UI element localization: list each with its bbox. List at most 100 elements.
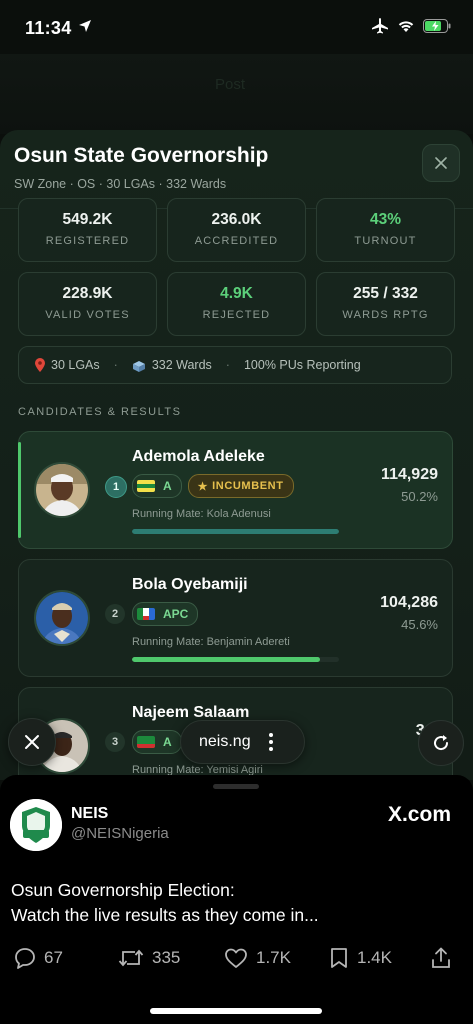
heart-icon [225, 948, 247, 968]
vote-count: 114,929 [381, 466, 438, 483]
close-sheet-button[interactable] [422, 144, 460, 182]
rank-badge: 1 [105, 476, 127, 498]
page-subtitle: SW Zone · OS · 30 LGAs · 332 Wards [14, 177, 227, 191]
vote-share-fill [132, 529, 339, 534]
party-flag-icon [137, 608, 155, 620]
url-pill[interactable]: neis.ng [180, 720, 305, 764]
stat-label: WARDS RPTG [342, 309, 429, 321]
stat-registered: 549.2K REGISTERED [18, 198, 157, 262]
candidate-badges: APC [132, 602, 199, 626]
star-icon: ★ [197, 480, 209, 493]
stat-rejected: 4.9K REJECTED [167, 272, 306, 336]
ward-count: 332 Wards [151, 358, 212, 372]
candidate-card[interactable]: 2 Bola Oyebamiji APC Running Mate: Benja… [18, 559, 453, 677]
background-ghost-text: Post [215, 76, 246, 93]
neis-logo-icon [10, 799, 62, 851]
party-badge: A [132, 474, 182, 498]
location-arrow-icon [79, 20, 91, 32]
coverage-strip: 30 LGAs · 332 Wards · 100% PUs Reporting [18, 346, 452, 384]
wifi-icon [398, 21, 414, 32]
tweet-text-line: Osun Governorship Election: [11, 880, 235, 900]
incumbent-label: INCUMBENT [212, 480, 284, 492]
results-sheet: Osun State Governorship SW Zone · OS · 3… [0, 130, 473, 780]
more-options-icon[interactable] [268, 733, 273, 751]
candidate-badges: A ★ INCUMBENT [132, 474, 294, 498]
home-indicator [150, 1008, 322, 1014]
ballot-box-icon [132, 361, 145, 372]
stat-valid-votes: 228.9K VALID VOTES [18, 272, 157, 336]
map-pin-icon [35, 358, 45, 372]
close-icon [435, 157, 447, 169]
running-mate: Running Mate: Benjamin Adereti [132, 636, 290, 648]
close-browser-button[interactable] [8, 718, 56, 766]
bookmark-icon [331, 948, 347, 968]
bookmark-count: 1.4K [357, 948, 392, 967]
avatar [34, 590, 90, 646]
rank-badge: 3 [105, 732, 125, 752]
stat-value: 255 / 332 [353, 285, 418, 302]
stat-value: 549.2K [62, 211, 113, 228]
reporting-status: 100% PUs Reporting [243, 358, 361, 372]
share-icon [432, 947, 450, 968]
stat-label: ACCREDITED [194, 235, 279, 247]
avatar[interactable] [10, 799, 62, 851]
vote-percent: 50.2% [401, 489, 438, 504]
candidate-card[interactable]: 1 Ademola Adeleke A ★ INCUMBENT Running … [18, 431, 453, 549]
stat-wards-reporting: 255 / 332 WARDS RPTG [316, 272, 455, 336]
share-button[interactable] [430, 947, 452, 969]
stat-value: 236.0K [211, 211, 262, 228]
section-label: CANDIDATES & RESULTS [18, 406, 182, 418]
separator-dot: · [225, 358, 230, 372]
repost-icon [118, 949, 144, 967]
party-flag-icon [137, 736, 155, 748]
stat-label: REJECTED [202, 309, 271, 321]
candidate-name: Ademola Adeleke [132, 448, 265, 465]
like-count: 1.7K [256, 948, 291, 967]
url-text: neis.ng [199, 733, 251, 750]
reply-count: 67 [44, 948, 63, 967]
status-time: 11:34 [25, 18, 72, 38]
page-background: Post [0, 54, 473, 134]
separator-dot: · [113, 358, 118, 372]
author-name[interactable]: NEIS [71, 805, 108, 823]
page-title: Osun State Governorship [14, 144, 269, 167]
close-icon [25, 735, 39, 749]
bookmark-button[interactable]: 1.4K [329, 947, 392, 969]
reload-icon [434, 735, 449, 751]
vote-share-bar [132, 529, 339, 534]
candidate-name: Bola Oyebamiji [132, 576, 248, 593]
tweet-actions: 67 335 1.7K 1.4K [14, 947, 459, 973]
airplane-icon [372, 18, 388, 34]
avatar [34, 462, 90, 518]
stat-label: VALID VOTES [45, 309, 130, 321]
repost-button[interactable]: 335 [118, 947, 180, 969]
source-label[interactable]: X.com [388, 803, 451, 827]
author-handle[interactable]: @NEISNigeria [71, 825, 169, 842]
vote-count: 104,286 [380, 594, 438, 611]
party-badge: A [132, 730, 182, 754]
party-name: APC [163, 607, 189, 621]
reload-button[interactable] [418, 720, 464, 766]
incumbent-badge: ★ INCUMBENT [187, 474, 294, 498]
rank-badge: 2 [105, 604, 125, 624]
party-name: A [163, 479, 172, 493]
stat-label: REGISTERED [45, 235, 130, 247]
candidate-badges: A [132, 730, 182, 754]
stat-value: 228.9K [62, 285, 113, 302]
tweet-text: Osun Governorship Election: Watch the li… [11, 878, 461, 928]
stat-value: 4.9K [220, 285, 253, 302]
tweet-card: NEIS @NEISNigeria X.com Osun Governorshi… [0, 775, 473, 1024]
vote-share-bar [132, 657, 339, 662]
party-badge: APC [132, 602, 199, 626]
stat-label: TURNOUT [354, 235, 417, 247]
reply-button[interactable]: 67 [14, 947, 63, 969]
vote-share-fill [132, 657, 321, 662]
status-icons [371, 18, 451, 34]
running-mate: Running Mate: Kola Adenusi [132, 508, 271, 520]
drag-handle[interactable] [213, 784, 259, 789]
like-button[interactable]: 1.7K [224, 947, 291, 969]
stat-turnout: 43% TURNOUT [316, 198, 455, 262]
status-bar: 11:34 [0, 0, 473, 54]
battery-charging-icon [423, 19, 451, 33]
vote-percent: 45.6% [401, 617, 438, 632]
